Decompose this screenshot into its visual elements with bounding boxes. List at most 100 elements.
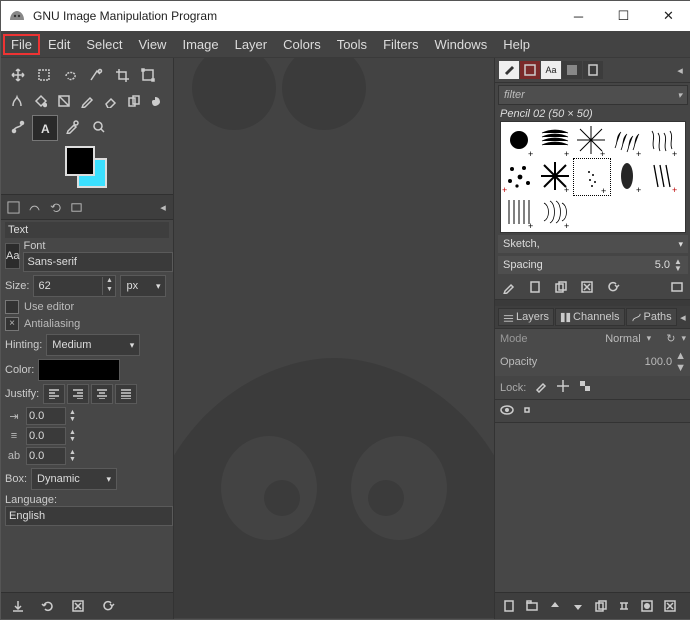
- tool-gradient[interactable]: [53, 89, 74, 113]
- new-layer-icon[interactable]: [501, 598, 517, 614]
- del-brush-icon[interactable]: [579, 279, 595, 295]
- justify-fill[interactable]: [115, 384, 137, 404]
- opacity-row[interactable]: Opacity100.0▲▼: [495, 348, 690, 376]
- box-combo[interactable]: Dynamic▾: [31, 468, 117, 490]
- letter-spacing-input[interactable]: [26, 447, 66, 465]
- tool-pencil[interactable]: [76, 89, 97, 113]
- menu-windows[interactable]: Windows: [426, 34, 495, 55]
- tool-rect-select[interactable]: [32, 63, 56, 87]
- link-icon[interactable]: [520, 403, 534, 420]
- indent1-up[interactable]: ▲: [69, 409, 76, 416]
- mode-switch-icon[interactable]: ↻: [666, 332, 675, 345]
- text-color-well[interactable]: [38, 359, 120, 381]
- size-down[interactable]: ▼: [102, 286, 115, 295]
- tool-crop[interactable]: [110, 63, 134, 87]
- spacing-down[interactable]: ▼: [673, 265, 683, 272]
- tool-warp[interactable]: [6, 89, 27, 113]
- tool-fuzzy-select[interactable]: [84, 63, 108, 87]
- hinting-combo[interactable]: Medium▾: [46, 334, 140, 356]
- dup-layer-icon[interactable]: [593, 598, 609, 614]
- size-input[interactable]: [34, 280, 102, 292]
- brush-spacing[interactable]: Spacing5.0▲▼: [498, 256, 688, 274]
- font-preview-icon[interactable]: Aa: [5, 243, 20, 269]
- lock-pixels-icon[interactable]: [534, 379, 548, 396]
- edit-brush-icon[interactable]: [501, 279, 517, 295]
- raise-layer-icon[interactable]: [547, 598, 563, 614]
- dup-brush-icon[interactable]: [553, 279, 569, 295]
- blend-mode-row[interactable]: Mode Normal ▾ ↻ ▾: [495, 329, 690, 348]
- justify-left[interactable]: [43, 384, 65, 404]
- tool-eraser[interactable]: [100, 89, 121, 113]
- new-group-icon[interactable]: [524, 598, 540, 614]
- opacity-up[interactable]: ▲: [675, 350, 686, 362]
- tool-smudge[interactable]: [147, 89, 168, 113]
- size-spin[interactable]: ▲▼: [33, 275, 116, 297]
- menu-select[interactable]: Select: [78, 34, 130, 55]
- fg-color-swatch[interactable]: [65, 146, 95, 176]
- merge-icon[interactable]: [616, 598, 632, 614]
- tab-channels[interactable]: Channels: [555, 308, 624, 326]
- lock-position-icon[interactable]: [556, 379, 570, 396]
- indent2-down[interactable]: ▼: [69, 436, 76, 443]
- tab-images[interactable]: [67, 198, 85, 216]
- close-button[interactable]: ✕: [646, 1, 690, 31]
- menu-file[interactable]: File: [3, 34, 40, 55]
- line-spacing-input[interactable]: [26, 427, 66, 445]
- menu-help[interactable]: Help: [495, 34, 538, 55]
- antialias-checkbox[interactable]: ×: [5, 317, 19, 331]
- tool-bucket[interactable]: [29, 89, 50, 113]
- indent3-down[interactable]: ▼: [69, 456, 76, 463]
- indent3-up[interactable]: ▲: [69, 449, 76, 456]
- brush-grid[interactable]: + + + + + + + + + + + +: [500, 121, 686, 233]
- tab-fonts[interactable]: Aa: [541, 61, 561, 79]
- tab-tool-options[interactable]: [4, 198, 22, 216]
- indent2-up[interactable]: ▲: [69, 429, 76, 436]
- tool-move[interactable]: [6, 63, 30, 87]
- save-presets-icon[interactable]: [9, 597, 27, 615]
- tool-measure[interactable]: [86, 115, 110, 139]
- left-dock-menu[interactable]: ◂: [156, 200, 170, 214]
- lock-alpha-icon[interactable]: [578, 379, 592, 396]
- canvas-area[interactable]: [174, 58, 494, 619]
- tool-clone[interactable]: [123, 89, 144, 113]
- font-input[interactable]: [23, 252, 173, 272]
- open-as-image-icon[interactable]: [669, 279, 685, 295]
- justify-center[interactable]: [91, 384, 113, 404]
- reset-icon[interactable]: [99, 597, 117, 615]
- tab-undo-history[interactable]: [46, 198, 64, 216]
- menu-image[interactable]: Image: [174, 34, 226, 55]
- size-up[interactable]: ▲: [102, 277, 115, 286]
- tab-patterns[interactable]: [520, 61, 540, 79]
- menu-view[interactable]: View: [131, 34, 175, 55]
- tab-paths[interactable]: Paths: [626, 308, 677, 326]
- menu-colors[interactable]: Colors: [275, 34, 329, 55]
- restore-icon[interactable]: [39, 597, 57, 615]
- tab-document[interactable]: [583, 61, 603, 79]
- tool-paths[interactable]: [6, 115, 30, 139]
- tool-color-picker[interactable]: [60, 115, 84, 139]
- menu-edit[interactable]: Edit: [40, 34, 78, 55]
- delete-presets-icon[interactable]: [69, 597, 87, 615]
- tab-layers[interactable]: Layers: [498, 308, 554, 326]
- minimize-button[interactable]: ─: [556, 1, 601, 31]
- language-input[interactable]: [5, 506, 173, 526]
- visibility-icon[interactable]: [500, 403, 514, 420]
- layer-list-empty[interactable]: [495, 423, 690, 592]
- tool-transform[interactable]: [136, 63, 160, 87]
- lower-layer-icon[interactable]: [570, 598, 586, 614]
- new-brush-icon[interactable]: [527, 279, 543, 295]
- brush-preset-combo[interactable]: Sketch,▾: [498, 235, 688, 253]
- menu-layer[interactable]: Layer: [227, 34, 276, 55]
- tool-text[interactable]: A: [32, 115, 58, 141]
- justify-right[interactable]: [67, 384, 89, 404]
- tab-brushes[interactable]: [499, 61, 519, 79]
- layers-menu[interactable]: ◂: [678, 310, 688, 324]
- menu-filters[interactable]: Filters: [375, 34, 426, 55]
- size-unit-combo[interactable]: px▾: [120, 275, 166, 297]
- tab-history[interactable]: [562, 61, 582, 79]
- delete-layer-icon[interactable]: [662, 598, 678, 614]
- menu-tools[interactable]: Tools: [329, 34, 375, 55]
- color-swatches[interactable]: [65, 146, 107, 188]
- use-editor-checkbox[interactable]: [5, 300, 19, 314]
- tab-device-status[interactable]: [25, 198, 43, 216]
